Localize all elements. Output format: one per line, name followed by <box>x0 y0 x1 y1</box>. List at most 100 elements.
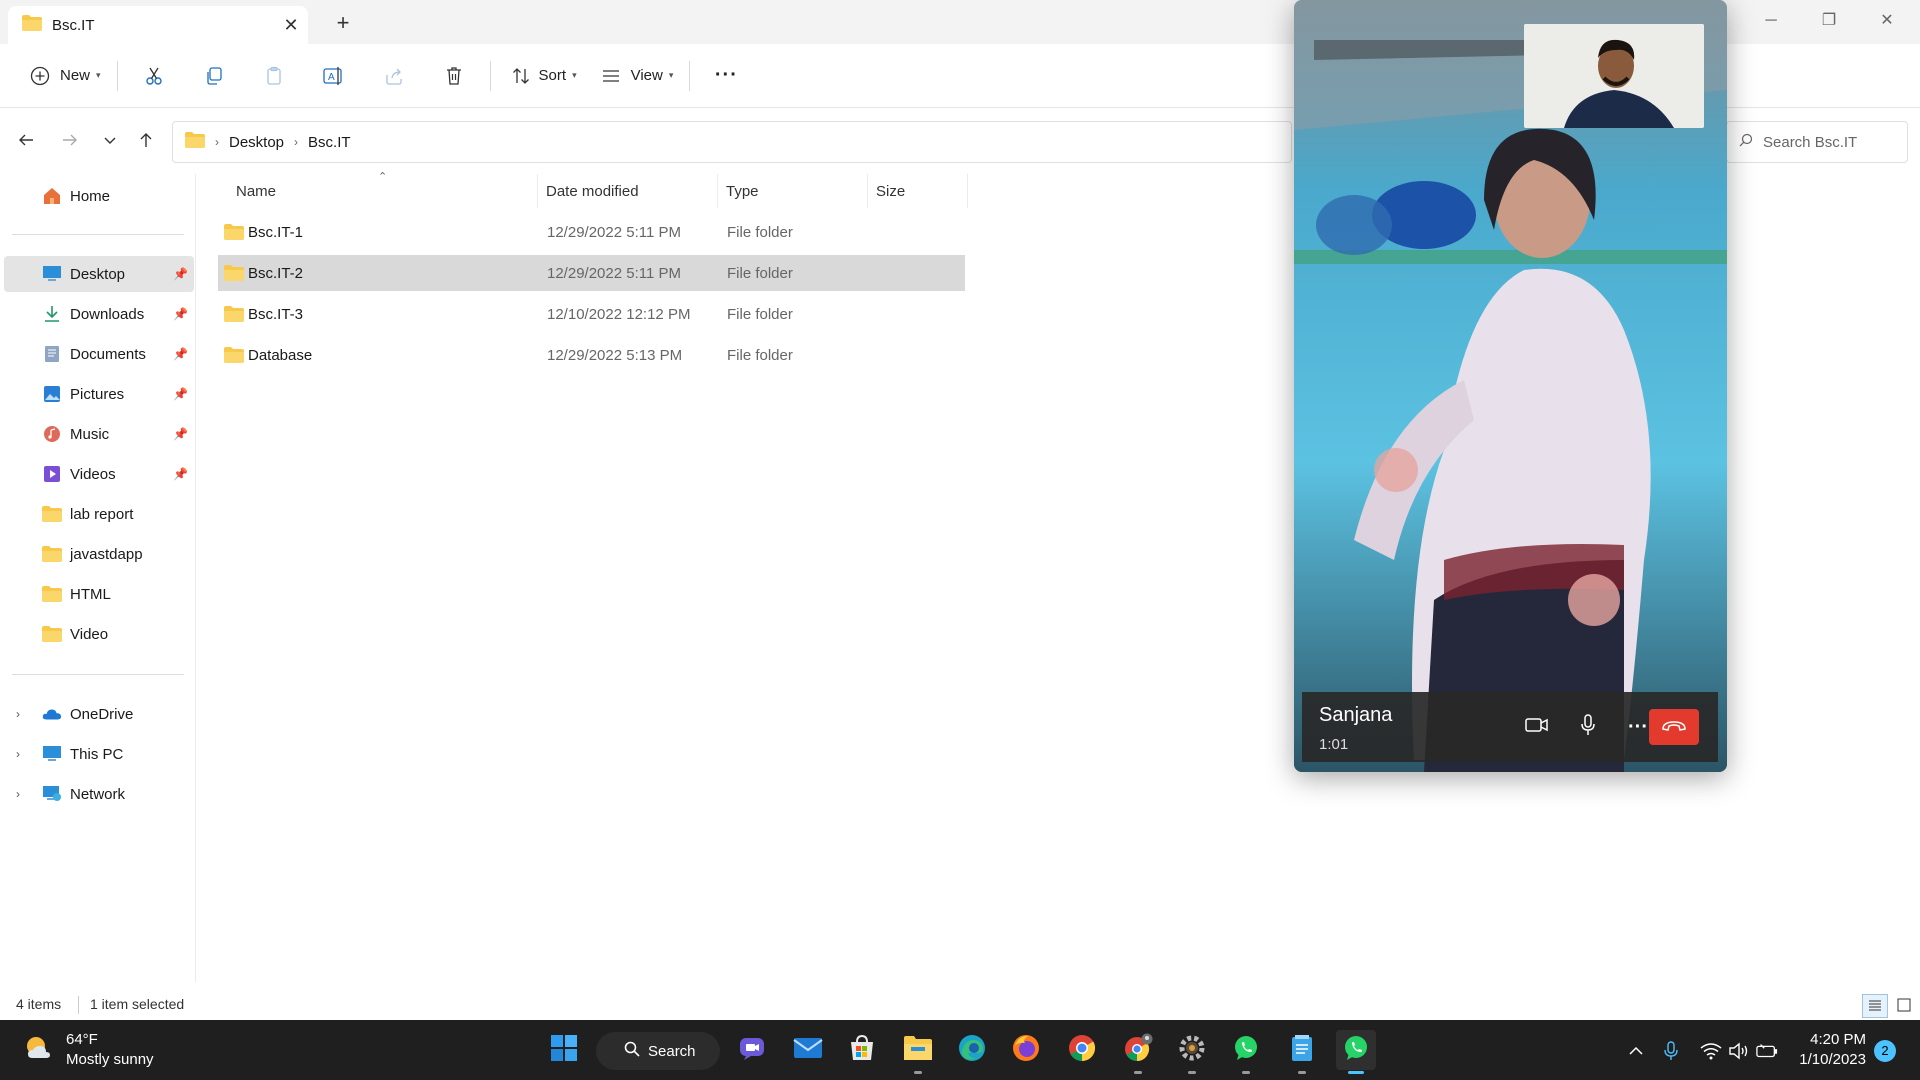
paste-button[interactable] <box>244 56 304 96</box>
taskbar-app-mail[interactable] <box>788 1030 828 1070</box>
close-button[interactable]: ✕ <box>1864 6 1910 36</box>
pin-icon[interactable]: 📌 <box>173 347 188 361</box>
breadcrumb-bsc-it[interactable]: Bsc.IT <box>308 134 351 151</box>
maximize-button[interactable]: ❐ <box>1806 6 1852 36</box>
taskbar-app-whatsapp-call[interactable] <box>1336 1030 1376 1074</box>
delete-button[interactable] <box>424 56 484 96</box>
taskbar-app-teams-chat[interactable] <box>732 1030 772 1070</box>
column-header-size[interactable]: Size <box>868 174 968 208</box>
folder-icon <box>224 347 244 367</box>
microphone-toggle-button[interactable] <box>1570 709 1606 745</box>
tiles-view-button[interactable] <box>1892 994 1916 1018</box>
sidebar-item-onedrive[interactable]: › OneDrive <box>4 696 194 732</box>
pin-icon[interactable]: 📌 <box>173 307 188 321</box>
up-button[interactable] <box>130 126 162 158</box>
sidebar-item-pictures[interactable]: Pictures 📌 <box>4 376 194 412</box>
taskbar-app-edge[interactable] <box>952 1030 992 1070</box>
more-options-button[interactable]: ··· <box>696 56 756 96</box>
table-row[interactable]: Database 12/29/2022 5:13 PM File folder <box>218 337 965 373</box>
self-preview-video[interactable] <box>1524 24 1704 128</box>
table-row[interactable]: Bsc.IT-3 12/10/2022 12:12 PM File folder <box>218 296 965 332</box>
rename-button[interactable]: A <box>304 56 364 96</box>
chevron-right-icon: › <box>294 135 299 149</box>
tab-close-button[interactable]: ✕ <box>274 15 308 36</box>
column-header-label: Type <box>726 182 759 200</box>
sidebar-item-this-pc[interactable]: › This PC <box>4 736 194 772</box>
column-header-name[interactable]: Name ⌃ <box>218 171 538 208</box>
notification-badge[interactable]: 2 <box>1874 1040 1896 1062</box>
show-hidden-icons-chevron-icon[interactable] <box>1625 1040 1647 1062</box>
pin-icon[interactable]: 📌 <box>173 467 188 481</box>
sidebar-item-home[interactable]: Home <box>4 178 194 214</box>
taskbar-app-store[interactable] <box>842 1030 882 1070</box>
sidebar-item-network[interactable]: › Network <box>4 776 194 812</box>
arrow-right-icon <box>61 131 79 153</box>
copy-button[interactable] <box>184 56 244 96</box>
sidebar-item-label: Network <box>70 785 126 803</box>
sidebar-item-html[interactable]: HTML <box>4 576 194 612</box>
minimize-button[interactable]: ─ <box>1748 6 1794 36</box>
cut-button[interactable] <box>124 56 184 96</box>
breadcrumb-desktop[interactable]: Desktop <box>229 134 284 151</box>
pin-icon[interactable]: 📌 <box>173 387 188 401</box>
store-icon <box>848 1034 876 1066</box>
sidebar-item-video[interactable]: Video <box>4 616 194 652</box>
start-button[interactable] <box>544 1030 584 1070</box>
details-view-button[interactable] <box>1862 994 1888 1018</box>
taskbar-app-whatsapp[interactable] <box>1226 1030 1266 1074</box>
volume-icon[interactable] <box>1728 1040 1750 1062</box>
sidebar-item-javastdapp[interactable]: javastdapp <box>4 536 194 572</box>
taskbar-app-firefox[interactable] <box>1006 1030 1046 1070</box>
partly-sunny-icon <box>24 1034 54 1066</box>
column-header-date-modified[interactable]: Date modified <box>538 174 718 208</box>
taskbar-app-notepad[interactable] <box>1282 1030 1322 1074</box>
wifi-icon[interactable] <box>1700 1040 1722 1062</box>
weather-widget[interactable]: 64°F Mostly sunny <box>24 1030 154 1070</box>
sidebar-item-music[interactable]: Music 📌 <box>4 416 194 452</box>
view-button[interactable]: View ▾ <box>587 56 684 96</box>
table-row[interactable]: Bsc.IT-2 12/29/2022 5:11 PM File folder <box>218 255 965 291</box>
share-button[interactable] <box>364 56 424 96</box>
taskbar-app-settings[interactable] <box>1172 1030 1212 1074</box>
chat-icon <box>738 1035 766 1065</box>
taskbar-app-file-explorer[interactable] <box>898 1030 938 1074</box>
taskbar-app-chrome-profile[interactable] <box>1118 1030 1158 1074</box>
sidebar-item-label: This PC <box>70 745 124 763</box>
pin-icon[interactable]: 📌 <box>173 427 188 441</box>
battery-charging-icon[interactable] <box>1756 1040 1778 1062</box>
sidebar-item-label: Desktop <box>70 265 126 283</box>
sidebar-item-desktop[interactable]: Desktop 📌 <box>4 256 194 292</box>
sidebar-item-lab-report[interactable]: lab report <box>4 496 194 532</box>
search-input[interactable]: Search Bsc.IT <box>1726 121 1908 163</box>
taskbar-clock[interactable]: 4:20 PM 1/10/2023 <box>1790 1030 1866 1070</box>
chevron-down-icon <box>103 133 117 151</box>
chevron-right-icon[interactable]: › <box>16 747 20 761</box>
taskbar-search-button[interactable]: Search <box>596 1032 720 1070</box>
sidebar-item-documents[interactable]: Documents 📌 <box>4 336 194 372</box>
column-header-type[interactable]: Type <box>718 174 868 208</box>
caller-name: Sanjana <box>1319 704 1393 726</box>
new-tab-button[interactable]: + <box>328 8 358 38</box>
back-button[interactable] <box>10 126 42 158</box>
pin-icon[interactable]: 📌 <box>173 267 188 281</box>
sidebar-item-videos[interactable]: Videos 📌 <box>4 456 194 492</box>
taskbar-app-chrome[interactable] <box>1062 1030 1102 1070</box>
clock-date: 1/10/2023 <box>1799 1051 1866 1068</box>
sort-button[interactable]: Sort ▾ <box>497 56 587 96</box>
camera-toggle-button[interactable] <box>1519 709 1555 745</box>
chevron-right-icon[interactable]: › <box>16 707 20 721</box>
recent-locations-button[interactable] <box>94 126 126 158</box>
new-button[interactable]: New ▾ <box>16 56 111 96</box>
chevron-right-icon[interactable]: › <box>16 787 20 801</box>
sort-ascending-icon: ⌃ <box>378 171 388 183</box>
microphone-in-use-icon[interactable] <box>1660 1040 1682 1062</box>
end-call-button[interactable] <box>1649 709 1699 745</box>
sidebar-item-downloads[interactable]: Downloads 📌 <box>4 296 194 332</box>
address-bar[interactable]: › Desktop › Bsc.IT <box>172 121 1292 163</box>
selection-count: 1 item selected <box>90 996 185 1012</box>
tab-bsc-it[interactable]: Bsc.IT ✕ <box>8 6 308 44</box>
forward-button[interactable] <box>54 126 86 158</box>
table-row[interactable]: Bsc.IT-1 12/29/2022 5:11 PM File folder <box>218 214 965 250</box>
video-call-window[interactable]: Sanjana 1:01 ··· <box>1294 0 1727 772</box>
copy-icon <box>200 62 228 90</box>
